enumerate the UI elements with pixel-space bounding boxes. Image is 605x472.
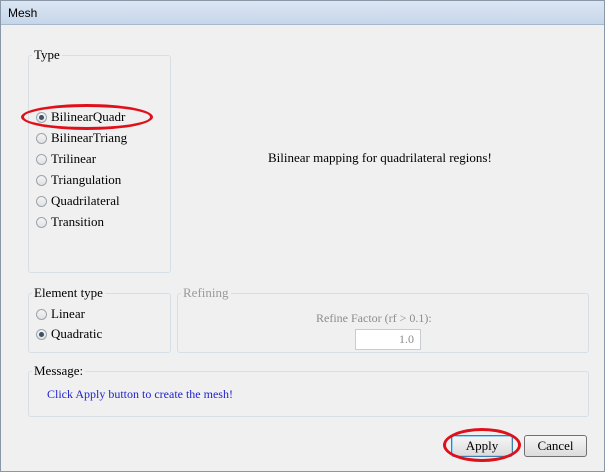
refine-factor-label: Refine Factor (rf > 0.1): <box>316 311 432 325</box>
radio-indicator <box>36 132 47 144</box>
radio-quadrilateral[interactable]: Quadrilateral <box>36 193 120 209</box>
radio-indicator <box>36 153 47 165</box>
apply-button[interactable]: Apply <box>451 435 513 457</box>
radio-label: Trilinear <box>51 151 97 166</box>
radio-linear[interactable]: Linear <box>36 306 85 322</box>
radio-indicator <box>36 174 47 186</box>
refine-factor-input[interactable]: 1.0 <box>355 329 421 350</box>
radio-quadratic[interactable]: Quadratic <box>36 326 102 342</box>
type-description: Bilinear mapping for quadrilateral regio… <box>268 150 492 165</box>
radio-label: Quadrilateral <box>51 193 120 208</box>
message-text: Click Apply button to create the mesh! <box>47 387 233 401</box>
refining-group-legend: Refining <box>183 285 229 300</box>
radio-indicator <box>36 308 47 320</box>
radio-indicator <box>36 111 47 123</box>
radio-label: Quadratic <box>51 326 103 341</box>
type-group-legend: Type <box>34 47 60 62</box>
radio-label: Transition <box>51 214 104 229</box>
radio-label: BilinearTriang <box>51 130 128 145</box>
radio-label: Triangulation <box>51 172 122 187</box>
radio-bilineartriang[interactable]: BilinearTriang <box>36 130 127 146</box>
radio-indicator <box>36 195 47 207</box>
radio-label: Linear <box>51 306 85 321</box>
window-title: Mesh <box>8 6 38 20</box>
radio-triangulation[interactable]: Triangulation <box>36 172 121 188</box>
radio-indicator <box>36 328 47 340</box>
radio-indicator <box>36 216 47 228</box>
radio-transition[interactable]: Transition <box>36 214 104 230</box>
radio-label: BilinearQuadr <box>51 109 126 124</box>
title-bar[interactable]: Mesh <box>1 1 604 25</box>
element-type-group-legend: Element type <box>34 285 103 300</box>
cancel-button[interactable]: Cancel <box>524 435 587 457</box>
message-group-legend: Message: <box>34 363 84 378</box>
radio-bilinearquadr[interactable]: BilinearQuadr <box>36 109 125 125</box>
radio-trilinear[interactable]: Trilinear <box>36 151 96 167</box>
